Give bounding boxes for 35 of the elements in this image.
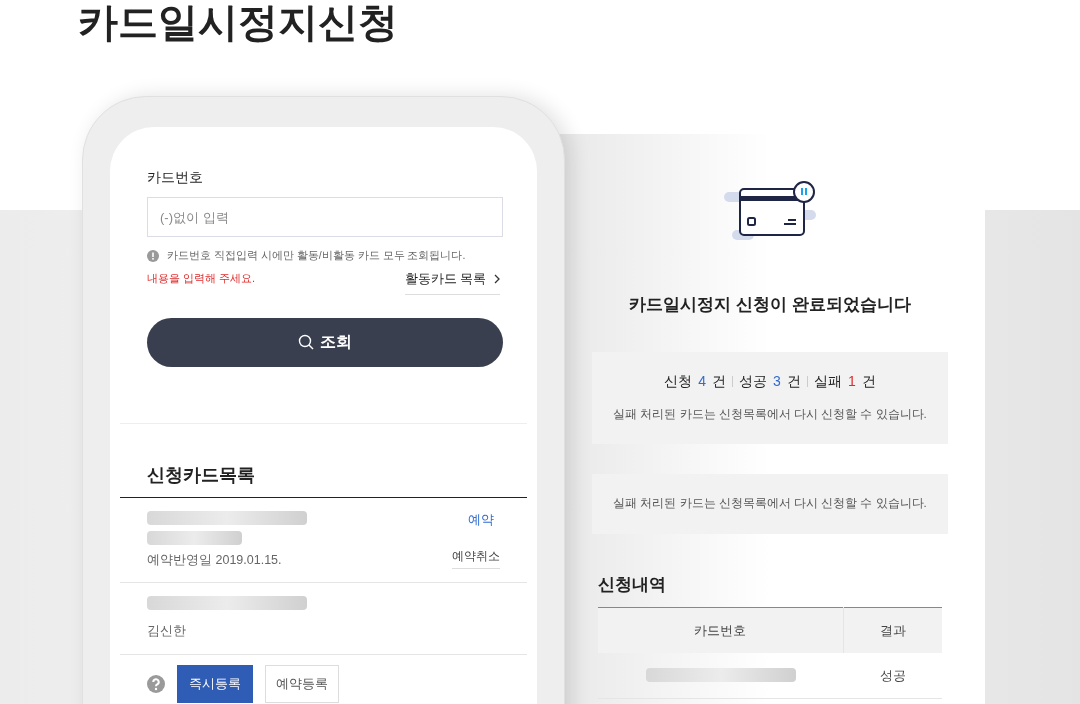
error-message: 내용을 입력해 주세요. bbox=[147, 270, 256, 286]
register-button[interactable]: 예약등록 bbox=[265, 665, 339, 703]
register-button[interactable]: 즉시등록 bbox=[177, 665, 253, 703]
field-label: 카드번호 bbox=[147, 168, 203, 187]
count-value: 3 bbox=[773, 372, 781, 392]
help-icon bbox=[147, 675, 165, 693]
cancel-reservation-link[interactable]: 예약취소 bbox=[452, 547, 500, 570]
search-button[interactable]: 조회 bbox=[147, 317, 503, 367]
count-label: 신청 bbox=[664, 372, 693, 392]
history-title: 신청내역 bbox=[598, 573, 666, 596]
section-title: 신청카드목록 bbox=[147, 463, 255, 487]
column-header: 결과 bbox=[843, 607, 942, 653]
info-note: 카드번호 직접입력 시에만 활동/비활동 카드 모두 조회됩니다. bbox=[167, 248, 466, 263]
notice-text: 실패 처리된 카드는 신청목록에서 다시 신청할 수 있습니다. bbox=[613, 495, 927, 511]
card-number-field[interactable]: (-)없이 입력 bbox=[147, 197, 503, 237]
page-title: 카드일시정지신청 bbox=[78, 0, 398, 46]
search-icon bbox=[298, 334, 314, 350]
paused-card-icon bbox=[722, 180, 818, 242]
count-value: 1 bbox=[847, 372, 856, 392]
count-label: 성공 bbox=[739, 372, 768, 392]
info-icon bbox=[147, 249, 159, 262]
notice-text: 실패 처리된 카드는 신청목록에서 다시 신청할 수 있습니다. bbox=[613, 407, 927, 423]
reservation-date: 예약반영일 2019.01.15. bbox=[147, 551, 283, 569]
count-unit: 건 bbox=[861, 372, 876, 392]
column-header: 카드번호 bbox=[598, 607, 843, 653]
completion-heading: 카드일시정지 신청이 완료되었습니다 bbox=[629, 294, 911, 316]
count-unit: 건 bbox=[786, 372, 801, 392]
reservation-status: 예약 bbox=[468, 511, 494, 529]
count-unit: 건 bbox=[712, 372, 727, 392]
count-value: 4 bbox=[698, 372, 707, 392]
chevron-right-icon bbox=[494, 274, 500, 285]
card-owner-name: 김신한 bbox=[147, 623, 187, 641]
active-card-list-link[interactable]: 활동카드 목록 bbox=[404, 269, 500, 295]
result-cell: 성공 bbox=[843, 652, 942, 699]
count-label: 실패 bbox=[813, 372, 842, 392]
